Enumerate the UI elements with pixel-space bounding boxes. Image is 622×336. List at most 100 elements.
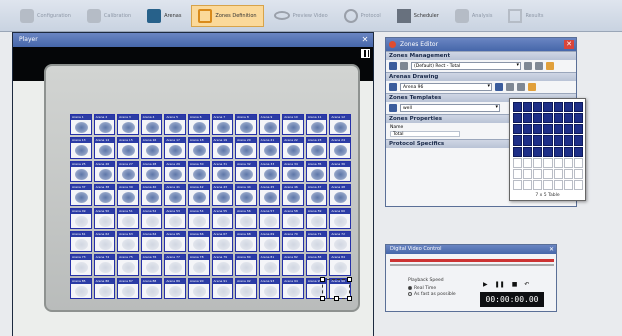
table-size-cell[interactable] xyxy=(543,102,553,113)
table-size-cell[interactable] xyxy=(563,179,573,190)
arena-cell[interactable]: Arena 94 xyxy=(282,277,304,299)
arena-cell[interactable]: Arena 69 xyxy=(258,230,281,253)
play-icon[interactable]: ▶ xyxy=(483,281,488,288)
arena-cell[interactable]: Arena 57 xyxy=(258,207,281,229)
arena-cell[interactable]: Arena 46 xyxy=(282,184,304,206)
arena-cell[interactable]: Arena 49 xyxy=(70,207,92,229)
arena-cell[interactable]: Arena 72 xyxy=(329,230,351,253)
table-size-cell[interactable] xyxy=(573,146,583,157)
arena-cell[interactable]: Arena 28 xyxy=(140,160,163,183)
grid-toggle-icon[interactable] xyxy=(361,49,370,58)
arena-cell[interactable]: Arena 75 xyxy=(117,254,139,276)
arena-cell[interactable]: Arena 85 xyxy=(70,277,92,299)
toolbar-zones-definition[interactable]: Zones Definition xyxy=(191,4,264,27)
resize-handle[interactable] xyxy=(347,296,352,301)
table-size-cell[interactable] xyxy=(523,135,533,146)
arena-cell[interactable]: Arena 9 xyxy=(258,114,281,136)
arena-cell[interactable]: Arena 27 xyxy=(117,160,139,183)
table-size-cell[interactable] xyxy=(553,168,563,179)
table-size-cell[interactable] xyxy=(523,179,533,190)
arena-cell[interactable]: Arena 11 xyxy=(305,114,328,136)
rectangle-icon[interactable] xyxy=(506,83,514,91)
arena-cell[interactable]: Arena 80 xyxy=(235,254,257,276)
arena-cell[interactable]: Arena 33 xyxy=(258,160,281,183)
table-size-cell[interactable] xyxy=(523,146,533,157)
timeline-range[interactable] xyxy=(390,264,554,266)
arena-cell[interactable]: Arena 42 xyxy=(187,184,210,206)
toolbar-configuration[interactable]: Configuration xyxy=(14,5,77,27)
arena-cell[interactable]: Arena 32 xyxy=(235,160,257,183)
table-size-cell[interactable] xyxy=(513,124,523,135)
arena-cell[interactable]: Arena 37 xyxy=(70,184,92,206)
table-size-cell[interactable] xyxy=(523,113,533,124)
arena-cell[interactable]: Arena 23 xyxy=(305,137,328,159)
table-size-cell[interactable] xyxy=(563,102,573,113)
arena-cell[interactable]: Arena 47 xyxy=(305,184,328,206)
arena-cell[interactable]: Arena 65 xyxy=(164,230,186,253)
radio-dot[interactable] xyxy=(408,292,412,296)
table-size-cell[interactable] xyxy=(573,157,583,168)
arena-cell[interactable]: Arena 15 xyxy=(117,137,139,159)
table-size-cell[interactable] xyxy=(543,146,553,157)
table-size-cell[interactable] xyxy=(523,124,533,135)
arena-cell[interactable]: Arena 86 xyxy=(93,277,116,299)
table-size-cell[interactable] xyxy=(513,168,523,179)
undo-icon[interactable] xyxy=(546,62,554,70)
zone-group-select[interactable]: (Default) Rect - Total xyxy=(411,62,521,70)
arena-cell[interactable]: Arena 36 xyxy=(329,160,351,183)
toolbar-results[interactable]: Results xyxy=(502,5,549,27)
resize-handle[interactable] xyxy=(320,296,325,301)
radio-fast[interactable]: As fast as possible xyxy=(408,291,456,297)
rewind-icon[interactable]: ↶ xyxy=(524,281,529,288)
section-zones-management[interactable]: Zones Management xyxy=(386,51,576,60)
table-size-cell[interactable] xyxy=(563,168,573,179)
table-size-cell[interactable] xyxy=(533,157,543,168)
table-size-cell[interactable] xyxy=(563,124,573,135)
copy-icon[interactable] xyxy=(524,62,532,70)
table-size-cell[interactable] xyxy=(533,179,543,190)
table-size-cell[interactable] xyxy=(553,135,563,146)
video-control-close-button[interactable]: ✕ xyxy=(549,245,554,254)
arena-cell[interactable]: Arena 17 xyxy=(164,137,186,159)
template-select[interactable]: well xyxy=(400,104,500,112)
pause-icon[interactable]: ❚❚ xyxy=(495,281,505,288)
arena-cell[interactable]: Arena 30 xyxy=(187,160,210,183)
table-size-cell[interactable] xyxy=(533,124,543,135)
player-close-button[interactable]: ✕ xyxy=(360,35,370,45)
arena-cell[interactable]: Arena 76 xyxy=(140,254,163,276)
arena-cell[interactable]: Arena 84 xyxy=(329,254,351,276)
arena-cell[interactable]: Arena 93 xyxy=(258,277,281,299)
arena-cell[interactable]: Arena 63 xyxy=(117,230,139,253)
radio-dot[interactable] xyxy=(408,286,412,290)
table-size-cell[interactable] xyxy=(563,146,573,157)
table-size-cell[interactable] xyxy=(513,113,523,124)
arena-cell[interactable]: Arena 73 xyxy=(70,254,92,276)
arena-cell[interactable]: Arena 26 xyxy=(93,160,116,183)
table-size-cell[interactable] xyxy=(553,179,563,190)
selection-handles[interactable] xyxy=(320,277,352,301)
table-size-cell[interactable] xyxy=(543,135,553,146)
arena-cell[interactable]: Arena 4 xyxy=(140,114,163,136)
save-icon[interactable] xyxy=(389,62,397,70)
arena-cell[interactable]: Arena 3 xyxy=(117,114,139,136)
table-size-cell[interactable] xyxy=(533,146,543,157)
arena-cell[interactable]: Arena 64 xyxy=(140,230,163,253)
table-size-grid[interactable] xyxy=(513,102,583,190)
arena-cell[interactable]: Arena 16 xyxy=(140,137,163,159)
arena-cell[interactable]: Arena 90 xyxy=(187,277,210,299)
table-size-cell[interactable] xyxy=(573,179,583,190)
arena-cell[interactable]: Arena 59 xyxy=(305,207,328,229)
arena-cell[interactable]: Arena 40 xyxy=(140,184,163,206)
arena-cell[interactable]: Arena 55 xyxy=(211,207,234,229)
arena-cell[interactable]: Arena 88 xyxy=(140,277,163,299)
arena-cell[interactable]: Arena 43 xyxy=(211,184,234,206)
arena-cell[interactable]: Arena 68 xyxy=(235,230,257,253)
arena-cell[interactable]: Arena 58 xyxy=(282,207,304,229)
table-size-cell[interactable] xyxy=(533,102,543,113)
paste-icon[interactable] xyxy=(535,62,543,70)
arena-cell[interactable]: Arena 19 xyxy=(211,137,234,159)
arena-cell[interactable]: Arena 70 xyxy=(282,230,304,253)
arena-cell[interactable]: Arena 35 xyxy=(305,160,328,183)
table-size-cell[interactable] xyxy=(553,157,563,168)
table-size-cell[interactable] xyxy=(573,102,583,113)
